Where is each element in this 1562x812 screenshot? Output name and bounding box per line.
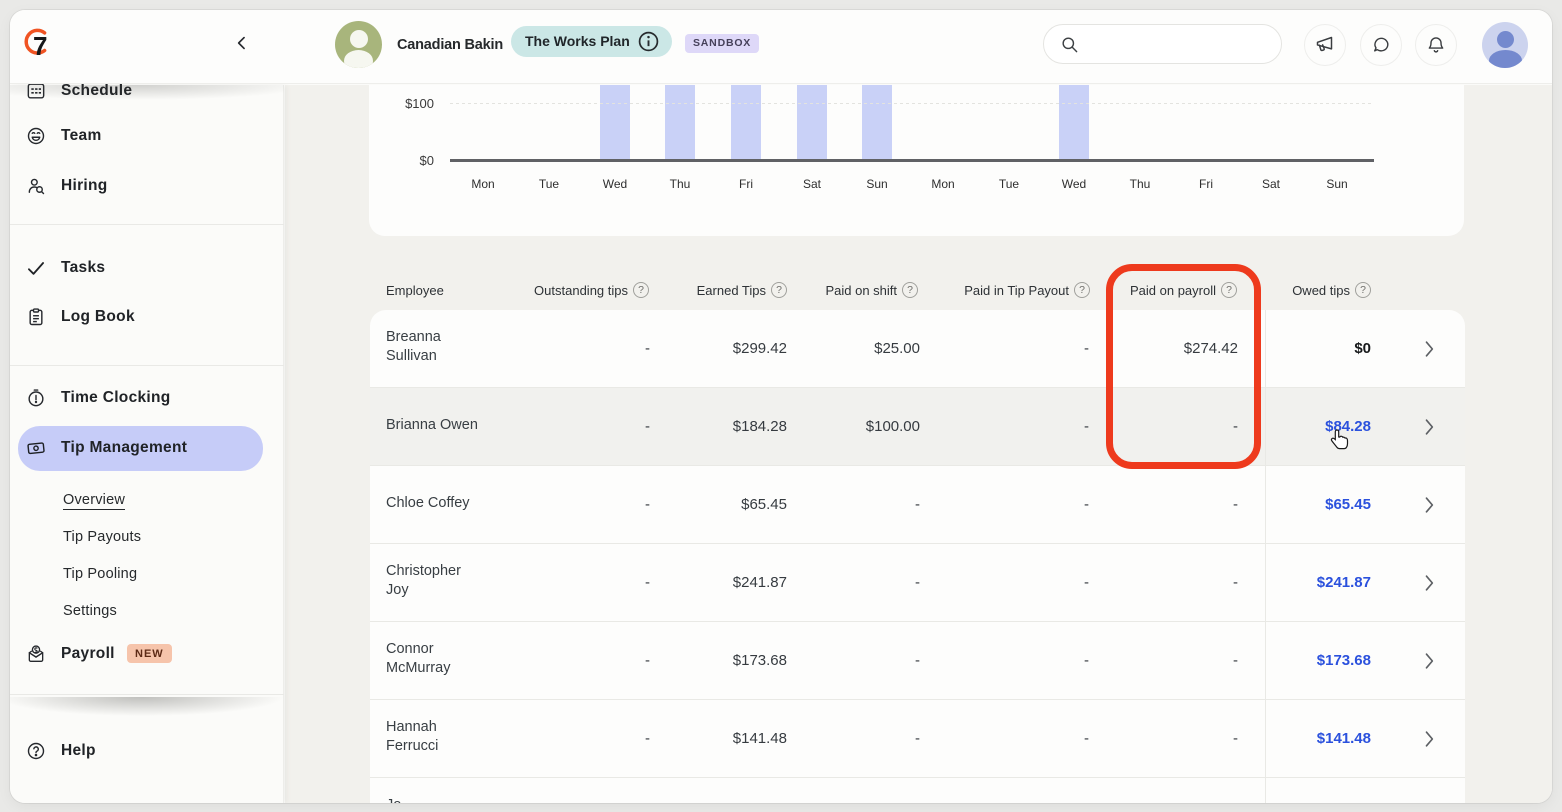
svg-text:7: 7: [33, 31, 47, 58]
